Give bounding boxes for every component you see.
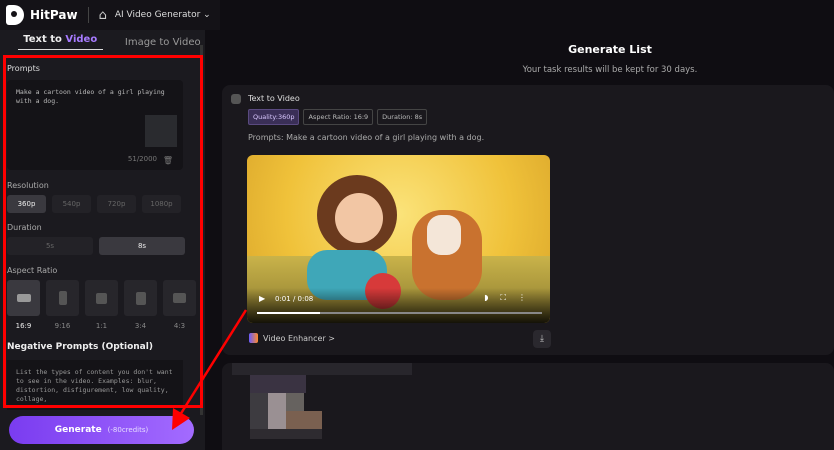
annotation-arrow (172, 309, 248, 430)
